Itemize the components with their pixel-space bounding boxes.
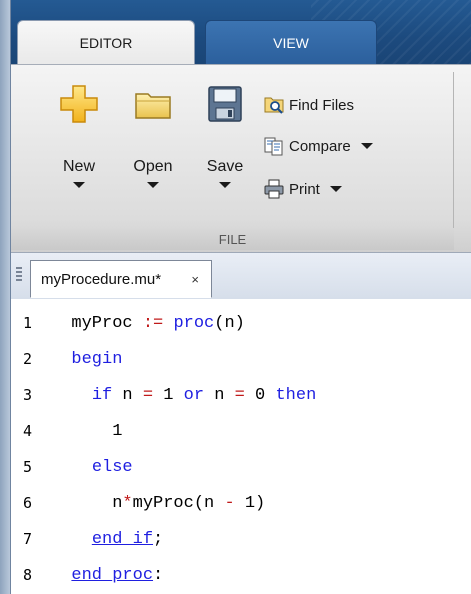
line-number: 6 (23, 494, 33, 512)
print-button[interactable]: Print (263, 176, 342, 202)
line-number: 7 (23, 530, 33, 548)
code-token: n (204, 385, 235, 405)
ribbon-divider (453, 72, 454, 248)
chevron-down-icon[interactable] (219, 182, 231, 188)
code-line[interactable]: 4 1 (11, 413, 122, 449)
code-token: = (142, 385, 154, 405)
code-token: n (112, 385, 143, 405)
code-token: then (275, 385, 317, 405)
code-text: begin (51, 350, 122, 369)
line-number: 3 (23, 386, 33, 404)
code-token: n (51, 493, 123, 513)
code-line[interactable]: 7 end_if; (11, 521, 163, 557)
code-text: end_if; (51, 530, 163, 549)
code-token: else (91, 457, 133, 477)
code-token: - (224, 493, 235, 513)
line-number: 5 (23, 458, 33, 476)
code-text: 1 (51, 422, 122, 441)
open-button-label: Open (133, 158, 173, 175)
code-token: * (122, 493, 133, 513)
compare-label: Compare (289, 137, 351, 155)
code-token: 0 (244, 385, 276, 405)
printer-icon (264, 179, 284, 199)
folder-icon (135, 93, 171, 119)
open-button[interactable]: Open (118, 78, 188, 216)
drag-grip-icon[interactable] (16, 267, 22, 283)
code-token: = (234, 385, 245, 405)
code-token: ; (153, 529, 164, 549)
code-token: 1) (234, 493, 266, 513)
code-token: myProc(n (132, 493, 225, 513)
left-window-edge (0, 0, 11, 594)
code-token: 1 (51, 421, 123, 441)
code-text: n*myProc(n - 1) (51, 494, 265, 513)
code-token: proc (173, 313, 215, 333)
find-files-label: Find Files (289, 96, 355, 114)
code-editor[interactable]: 1 myProc := proc(n) 2 begin 3 if n = 1 or … (11, 299, 471, 594)
compare-icon (264, 137, 283, 156)
code-token: if (91, 385, 113, 405)
close-icon[interactable]: × (191, 272, 199, 287)
line-number: 8 (23, 566, 33, 584)
code-token: end_proc (71, 565, 154, 585)
code-token: := (142, 313, 164, 333)
code-text: end_proc: (51, 566, 163, 585)
tab-editor-label: EDITOR (79, 35, 133, 51)
code-line[interactable]: 5 else (11, 449, 133, 485)
print-label: Print (289, 180, 320, 198)
code-token: begin (71, 349, 123, 369)
file-group-label: FILE (11, 228, 454, 250)
save-button-label: Save (206, 158, 244, 175)
code-line[interactable]: 3 if n = 1 or n = 0 then (11, 377, 316, 413)
chevron-down-icon[interactable] (329, 186, 342, 192)
code-token: end_if (91, 529, 154, 549)
code-text: else (51, 458, 133, 477)
save-button[interactable]: Save (190, 78, 260, 216)
code-token: : (153, 565, 164, 585)
code-line[interactable]: 2 begin (11, 341, 122, 377)
code-token: 1 (153, 385, 184, 405)
floppy-disk-icon (208, 86, 242, 122)
code-line[interactable]: 1 myProc := proc(n) (11, 305, 245, 341)
new-button[interactable]: New (44, 78, 114, 216)
line-number: 4 (23, 422, 33, 440)
code-text: myProc := proc(n) (51, 313, 245, 333)
code-line[interactable]: 8 end_proc: (11, 557, 163, 593)
document-tab[interactable]: myProcedure.mu* × (30, 260, 212, 298)
chevron-down-icon[interactable] (360, 143, 373, 149)
tab-view[interactable]: VIEW (205, 20, 377, 65)
code-token: or (183, 385, 205, 405)
code-line[interactable]: 6 n*myProc(n - 1) (11, 485, 265, 521)
tab-view-label: VIEW (273, 35, 309, 51)
document-tab-name: myProcedure.mu* (41, 270, 162, 288)
find-files-icon (264, 97, 284, 114)
code-text: if n = 1 or n = 0 then (51, 386, 316, 405)
code-token: myProc (51, 313, 143, 333)
new-plus-icon (60, 85, 98, 123)
compare-button[interactable]: Compare (263, 133, 373, 159)
chevron-down-icon[interactable] (147, 182, 159, 188)
code-token: (n) (214, 313, 245, 333)
line-number: 1 (23, 314, 33, 332)
chevron-down-icon[interactable] (73, 182, 85, 188)
line-number: 2 (23, 350, 33, 368)
tab-editor[interactable]: EDITOR (17, 20, 195, 65)
find-files-button[interactable]: Find Files (263, 92, 354, 118)
new-button-label: New (62, 158, 95, 175)
